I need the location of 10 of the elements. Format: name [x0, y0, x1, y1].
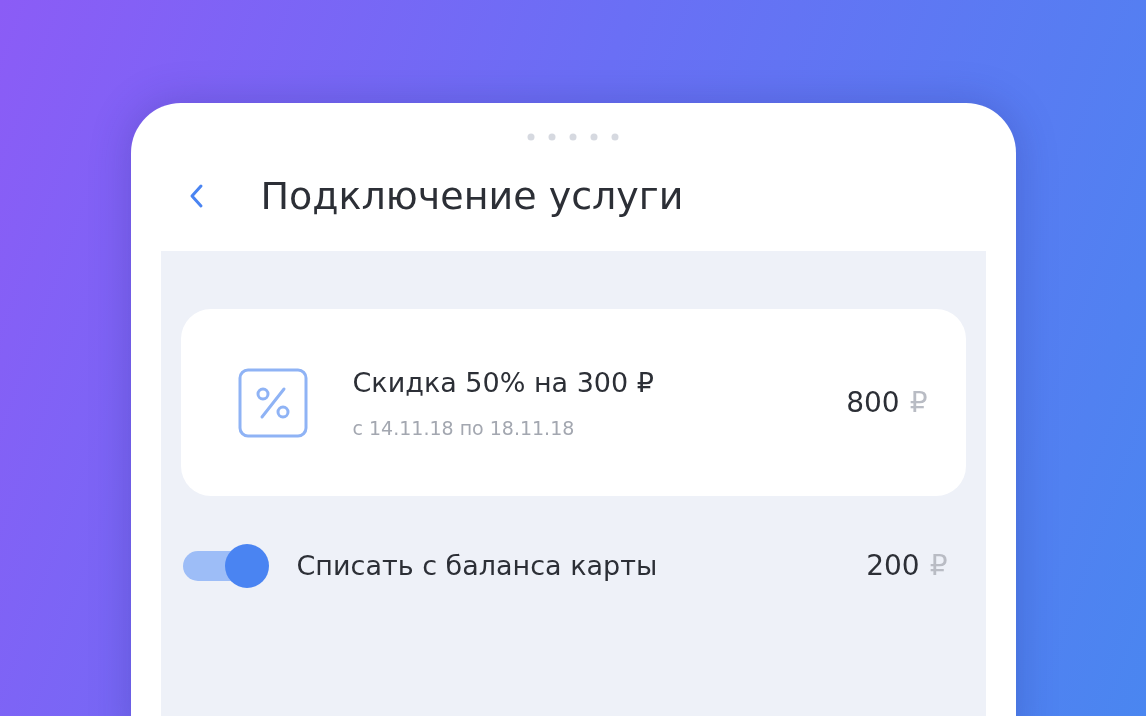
percent-icon: [236, 366, 309, 439]
offer-period: с 14.11.18 по 18.11.18: [352, 415, 576, 441]
screen-title: Подключение услуги: [260, 172, 684, 220]
currency-sign: ₽: [909, 384, 928, 421]
offer-title: Скидка 50% на 300 ₽: [352, 366, 655, 400]
pager-dots-icon: [527, 133, 619, 141]
balance-label: Списать с баланса карты: [296, 548, 659, 583]
balance-amount: 200: [866, 548, 920, 584]
offer-amount: 800: [846, 384, 900, 421]
currency-sign: ₽: [929, 548, 948, 584]
